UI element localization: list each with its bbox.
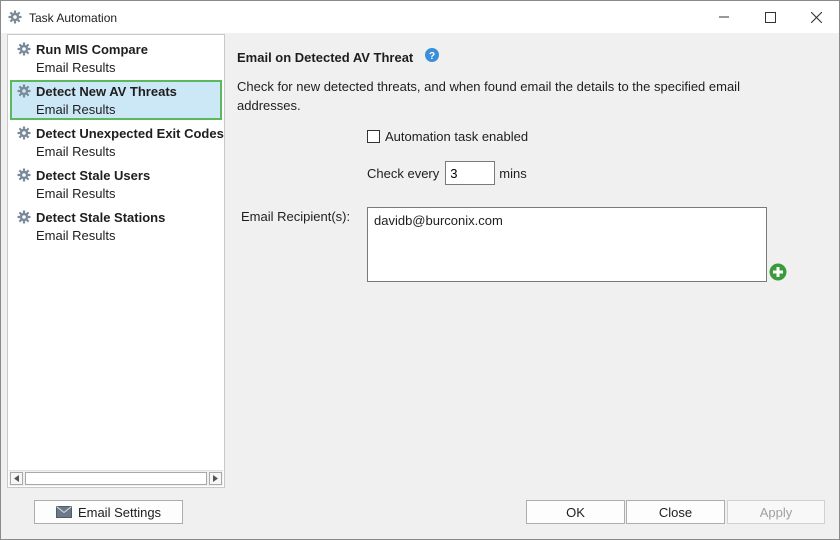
scroll-left-button[interactable] xyxy=(10,472,23,485)
task-subtitle: Email Results xyxy=(36,228,116,243)
minimize-button[interactable] xyxy=(701,1,747,33)
section-title: Email on Detected AV Threat xyxy=(237,50,414,65)
arrow-right-icon xyxy=(213,475,218,482)
gear-icon xyxy=(17,84,31,98)
apply-button[interactable]: Apply xyxy=(727,500,825,524)
envelope-icon xyxy=(55,506,72,518)
ok-button[interactable]: OK xyxy=(526,500,625,524)
gear-icon xyxy=(17,168,31,182)
scroll-thumb[interactable] xyxy=(25,472,207,485)
task-description: Check for new detected threats, and when… xyxy=(237,79,740,113)
help-icon[interactable]: ? xyxy=(425,48,439,62)
gear-icon xyxy=(8,10,22,24)
close-window-button[interactable] xyxy=(793,1,839,33)
task-item-detect-stale-users[interactable]: Detect Stale Users Email Results xyxy=(10,164,222,202)
enabled-label[interactable]: Automation task enabled xyxy=(385,129,528,144)
task-item-run-mis-compare[interactable]: Run MIS Compare Email Results xyxy=(10,38,222,76)
check-interval-row: Check every mins xyxy=(367,161,527,185)
add-icon[interactable] xyxy=(769,263,787,281)
task-subtitle: Email Results xyxy=(36,186,116,201)
task-subtitle: Email Results xyxy=(36,102,116,117)
task-subtitle: Email Results xyxy=(36,60,116,75)
maximize-icon xyxy=(764,11,776,23)
email-settings-button[interactable]: Email Settings xyxy=(34,500,183,524)
recipients-textarea[interactable]: davidb@burconix.com xyxy=(367,207,767,282)
horizontal-scrollbar[interactable] xyxy=(9,470,223,486)
email-settings-label: Email Settings xyxy=(77,504,162,520)
maximize-button[interactable] xyxy=(747,1,793,33)
enabled-row[interactable]: Automation task enabled xyxy=(367,129,528,144)
task-item-detect-stale-stations[interactable]: Detect Stale Stations Email Results xyxy=(10,206,222,244)
gear-icon xyxy=(17,210,31,224)
task-name: Detect Stale Users xyxy=(36,168,151,183)
task-name: Run MIS Compare xyxy=(36,42,148,57)
svg-text:?: ? xyxy=(429,51,435,62)
task-item-detect-unexpected-exit-codes[interactable]: Detect Unexpected Exit Codes Email Resul… xyxy=(10,122,224,160)
gear-icon xyxy=(17,126,31,140)
task-subtitle: Email Results xyxy=(36,144,116,159)
scroll-right-button[interactable] xyxy=(209,472,222,485)
task-name: Detect Unexpected Exit Codes xyxy=(36,126,224,141)
gear-icon xyxy=(17,42,31,56)
check-every-label: Check every xyxy=(367,165,440,181)
recipients-label: Email Recipient(s): xyxy=(241,209,351,224)
task-list-panel: Run MIS Compare Email Results Detect New… xyxy=(7,34,225,488)
check-interval-unit: mins xyxy=(499,165,527,181)
task-automation-window: Task Automation Run MIS Compare Email Re… xyxy=(0,0,840,540)
minimize-icon xyxy=(719,16,729,18)
task-name: Detect New AV Threats xyxy=(36,84,177,99)
enabled-checkbox[interactable] xyxy=(367,130,380,143)
task-item-detect-new-av-threats[interactable]: Detect New AV Threats Email Results xyxy=(10,80,222,120)
check-interval-input[interactable] xyxy=(445,161,496,185)
arrow-left-icon xyxy=(14,475,19,482)
window-title: Task Automation xyxy=(29,11,118,25)
close-icon xyxy=(810,11,822,23)
close-button[interactable]: Close xyxy=(626,500,725,524)
task-name: Detect Stale Stations xyxy=(36,210,166,225)
title-bar: Task Automation xyxy=(1,1,839,33)
